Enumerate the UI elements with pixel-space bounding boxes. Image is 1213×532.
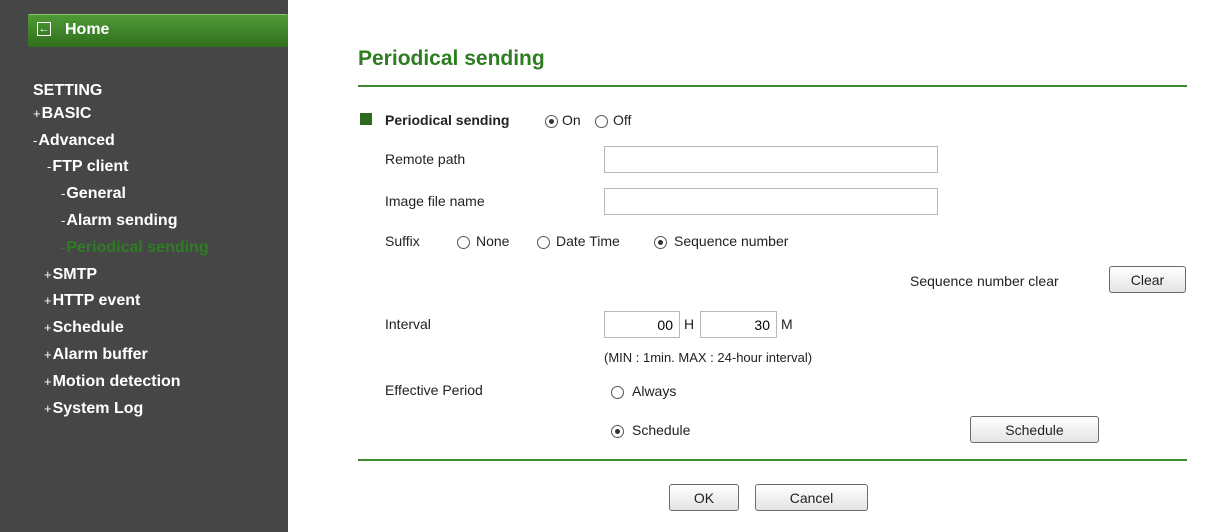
ok-button[interactable]: OK	[669, 484, 739, 511]
suffix-sequence-label: Sequence number	[674, 233, 789, 249]
periodical-off-radio[interactable]	[595, 115, 608, 128]
interval-label: Interval	[385, 316, 431, 332]
periodical-on-radio[interactable]	[545, 115, 558, 128]
sidebar-item-system-log[interactable]: +System Log	[44, 400, 143, 418]
sidebar-item-general[interactable]: -General	[61, 185, 126, 203]
image-file-name-label: Image file name	[385, 193, 485, 209]
periodical-on-label: On	[562, 112, 581, 128]
divider	[358, 459, 1187, 461]
sidebar-item-alarm-buffer[interactable]: +Alarm buffer	[44, 346, 148, 364]
effective-schedule-radio[interactable]	[611, 425, 624, 438]
sidebar-item-basic[interactable]: +BASIC	[33, 105, 91, 123]
section-bullet-icon	[360, 113, 372, 125]
sidebar-item-smtp[interactable]: +SMTP	[44, 266, 97, 284]
image-file-name-input[interactable]	[604, 188, 938, 215]
effective-schedule-label: Schedule	[632, 422, 691, 438]
sidebar-item-motion-detection[interactable]: +Motion detection	[44, 373, 181, 391]
suffix-none-label: None	[476, 233, 510, 249]
schedule-button[interactable]: Schedule	[970, 416, 1099, 443]
sidebar: ← Home SETTING +BASIC -Advanced -FTP cli…	[0, 0, 288, 532]
back-arrow-icon: ←	[37, 22, 51, 36]
sidebar-item-alarm-sending[interactable]: -Alarm sending	[61, 212, 177, 230]
suffix-sequence-radio[interactable]	[654, 236, 667, 249]
suffix-label: Suffix	[385, 233, 420, 249]
main-panel: Periodical sending Periodical sending On…	[288, 0, 1213, 532]
interval-hours-unit: H	[684, 316, 695, 332]
sidebar-item-schedule[interactable]: +Schedule	[44, 319, 124, 337]
suffix-none-radio[interactable]	[457, 236, 470, 249]
effective-always-label: Always	[632, 383, 677, 399]
suffix-datetime-label: Date Time	[556, 233, 620, 249]
cancel-button[interactable]: Cancel	[755, 484, 868, 511]
sidebar-heading: SETTING	[33, 82, 103, 99]
remote-path-input[interactable]	[604, 146, 938, 173]
effective-always-radio[interactable]	[611, 386, 624, 399]
interval-note: (MIN : 1min. MAX : 24-hour interval)	[604, 350, 813, 365]
page-title: Periodical sending	[358, 47, 545, 70]
interval-minutes-unit: M	[781, 316, 793, 332]
home-link[interactable]: ← Home	[28, 14, 288, 47]
home-label: Home	[65, 21, 110, 38]
periodical-sending-label: Periodical sending	[385, 112, 510, 128]
sidebar-item-http-event[interactable]: +HTTP event	[44, 292, 140, 310]
sidebar-item-advanced[interactable]: -Advanced	[33, 132, 115, 150]
sidebar-item-ftp-client[interactable]: -FTP client	[47, 158, 129, 176]
interval-minutes-input[interactable]	[700, 311, 777, 338]
periodical-off-label: Off	[613, 112, 632, 128]
effective-period-label: Effective Period	[385, 382, 483, 398]
sidebar-item-periodical-sending[interactable]: -Periodical sending	[61, 239, 209, 257]
divider	[358, 85, 1187, 87]
sequence-clear-label: Sequence number clear	[910, 273, 1059, 289]
interval-hours-input[interactable]	[604, 311, 680, 338]
remote-path-label: Remote path	[385, 151, 466, 167]
suffix-datetime-radio[interactable]	[537, 236, 550, 249]
clear-button[interactable]: Clear	[1109, 266, 1186, 293]
